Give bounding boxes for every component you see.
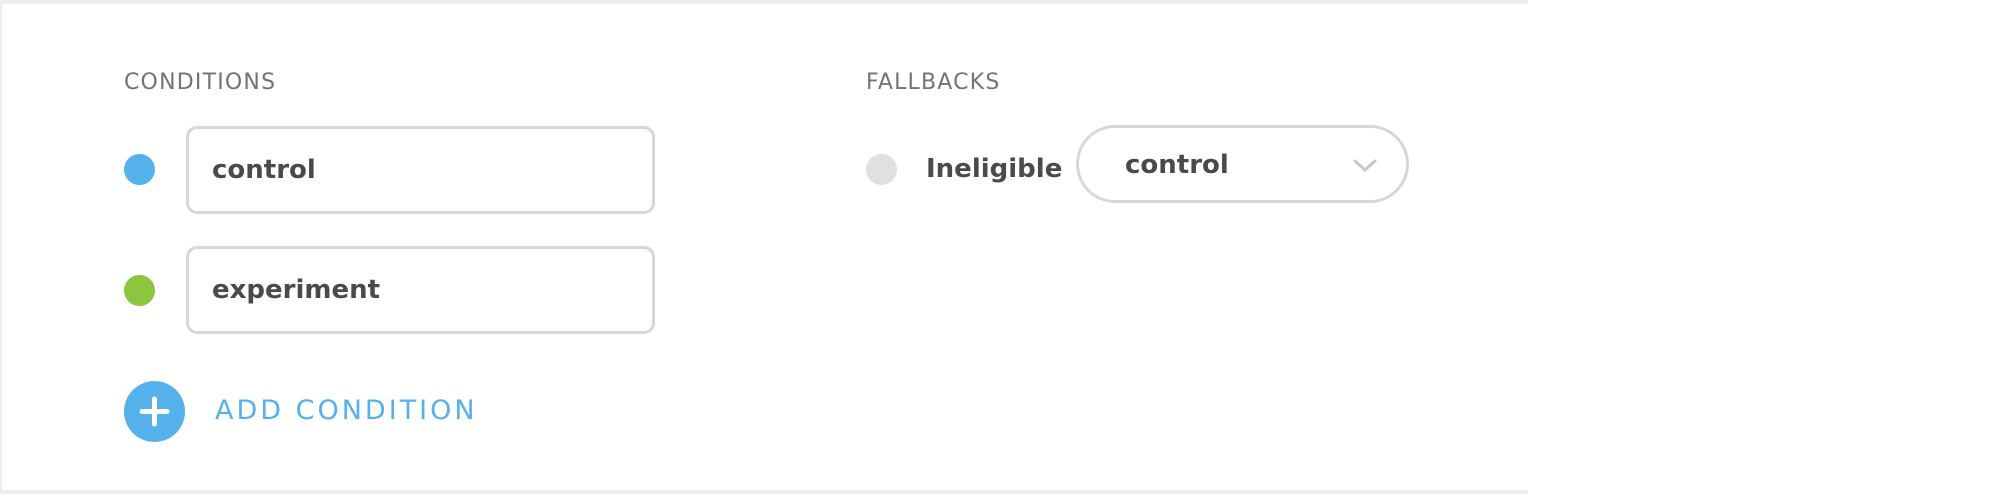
chevron-down-icon (1353, 159, 1377, 172)
condition-color-dot (124, 275, 155, 306)
fallback-color-dot (866, 154, 897, 185)
condition-name-input[interactable] (186, 126, 655, 214)
conditions-heading: CONDITIONS (124, 70, 277, 95)
fallback-condition-select[interactable]: control (1076, 125, 1409, 203)
select-value: control (1125, 150, 1229, 180)
condition-name-input[interactable] (186, 246, 655, 334)
fallback-label-ineligible: Ineligible (926, 154, 1063, 184)
add-condition-button[interactable] (124, 381, 185, 442)
fallbacks-heading: FALLBACKS (866, 70, 1001, 95)
plus-icon (139, 396, 170, 427)
add-condition-label[interactable]: ADD CONDITION (215, 397, 478, 424)
condition-color-dot (124, 154, 155, 185)
experiment-conditions-panel: CONDITIONS ADD CONDITION FALLBACKS Ineli… (0, 0, 1528, 494)
